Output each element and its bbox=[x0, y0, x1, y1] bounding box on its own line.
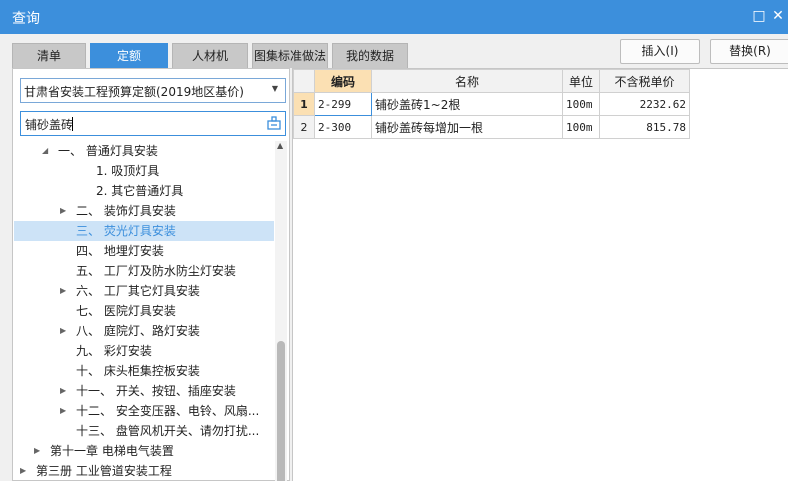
tree-item-label: 十三、 盘管风机开关、请勿打扰... bbox=[76, 424, 260, 438]
tree-item-label: 十、 床头柜集控板安装 bbox=[76, 364, 200, 378]
cell-price[interactable]: 2232.62 bbox=[599, 92, 690, 116]
tree-item-label: 七、 医院灯具安装 bbox=[76, 304, 176, 318]
close-icon[interactable]: ✕ bbox=[770, 8, 786, 24]
tree-item-label: 十二、 安全变压器、电铃、风扇... bbox=[76, 404, 260, 418]
title-bar: 查询 □ ✕ bbox=[0, 0, 788, 34]
cell-name[interactable]: 铺砂盖砖每增加一根 bbox=[371, 115, 563, 139]
tree-item[interactable]: ▶ 十二、 安全变压器、电铃、风扇... bbox=[14, 401, 274, 421]
tree-item[interactable]: ▶ 二、 装饰灯具安装 bbox=[14, 201, 274, 221]
tree-item[interactable]: 2. 其它普通灯具 bbox=[14, 181, 274, 201]
tree-item-label: 第三册 工业管道安装工程 bbox=[36, 464, 172, 478]
left-panel: 甘肃省安装工程预算定额(2019地区基价) ▼ 铺砂盖砖 ◢ 一、 普通灯具安装 1… bbox=[12, 68, 290, 481]
tree-item-label: 一、 普通灯具安装 bbox=[58, 144, 158, 158]
right-panel: 编码 名称 单位 不含税单价 1 2-299 铺砂盖砖1~2根 100m 223… bbox=[292, 68, 788, 481]
tree-item-label: 六、 工厂其它灯具安装 bbox=[76, 284, 200, 298]
tree-item-label: 三、 荧光灯具安装 bbox=[76, 224, 176, 238]
tree-item[interactable]: 七、 医院灯具安装 bbox=[14, 301, 274, 321]
expand-arrow-icon[interactable]: ▶ bbox=[60, 281, 70, 301]
tree-item[interactable]: 十、 床头柜集控板安装 bbox=[14, 361, 274, 381]
tab-rencaiji[interactable]: 人材机 bbox=[172, 43, 248, 68]
chapter-tree: ◢ 一、 普通灯具安装 1. 吸顶灯具 2. 其它普通灯具 ▶ 二、 装饰灯具安装 三、 荧… bbox=[14, 141, 274, 481]
tree-item-label: 二、 装饰灯具安装 bbox=[76, 204, 176, 218]
tree-item-label: 十一、 开关、按钮、插座安装 bbox=[76, 384, 236, 398]
expand-arrow-icon[interactable]: ▶ bbox=[60, 401, 70, 421]
expand-arrow-icon[interactable]: ▶ bbox=[20, 461, 30, 481]
column-header-name[interactable]: 名称 bbox=[371, 69, 563, 93]
search-input-value: 铺砂盖砖 bbox=[25, 118, 74, 132]
text-cursor bbox=[72, 117, 73, 131]
tree-item[interactable]: ▶ 第十一章 电梯电气装置 bbox=[14, 441, 274, 461]
row-number: 2 bbox=[293, 115, 315, 139]
column-header-price[interactable]: 不含税单价 bbox=[599, 69, 690, 93]
cell-unit[interactable]: 100m bbox=[562, 115, 600, 139]
tab-tuji[interactable]: 图集标准做法 bbox=[252, 43, 328, 68]
chevron-down-icon: ▼ bbox=[271, 84, 278, 93]
collapse-arrow-icon[interactable]: ◢ bbox=[42, 141, 52, 161]
scroll-up-icon[interactable]: ▲ bbox=[277, 141, 283, 150]
table-row[interactable]: 2 2-300 铺砂盖砖每增加一根 100m 815.78 bbox=[293, 115, 690, 139]
tree-item[interactable]: ▶ 八、 庭院灯、路灯安装 bbox=[14, 321, 274, 341]
tree-item[interactable]: 九、 彩灯安装 bbox=[14, 341, 274, 361]
tree-item-label: 八、 庭院灯、路灯安装 bbox=[76, 324, 200, 338]
scrollbar-thumb[interactable] bbox=[277, 341, 285, 481]
cell-code[interactable]: 2-299 bbox=[314, 92, 372, 116]
cell-price[interactable]: 815.78 bbox=[599, 115, 690, 139]
search-input[interactable]: 铺砂盖砖 bbox=[20, 111, 286, 136]
tree-item[interactable]: 1. 吸顶灯具 bbox=[14, 161, 274, 181]
tree-item[interactable]: 四、 地埋灯安装 bbox=[14, 241, 274, 261]
rownum-header bbox=[293, 69, 315, 93]
tab-dinge[interactable]: 定额 bbox=[90, 43, 168, 68]
column-header-code[interactable]: 编码 bbox=[314, 69, 372, 93]
search-library-icon[interactable] bbox=[267, 116, 281, 130]
tree-item-label: 1. 吸顶灯具 bbox=[96, 164, 160, 178]
tree-item-label: 2. 其它普通灯具 bbox=[96, 184, 184, 198]
column-header-unit[interactable]: 单位 bbox=[562, 69, 600, 93]
table-row[interactable]: 1 2-299 铺砂盖砖1~2根 100m 2232.62 bbox=[293, 92, 690, 116]
tree-item[interactable]: 五、 工厂灯及防水防尘灯安装 bbox=[14, 261, 274, 281]
expand-arrow-icon[interactable]: ▶ bbox=[60, 201, 70, 221]
tree-scrollbar[interactable]: ▲ bbox=[275, 141, 287, 481]
tree-item-label: 四、 地埋灯安装 bbox=[76, 244, 164, 258]
expand-arrow-icon[interactable]: ▶ bbox=[60, 321, 70, 341]
tree-item[interactable]: 十三、 盘管风机开关、请勿打扰... bbox=[14, 421, 274, 441]
window-title: 查询 bbox=[12, 11, 40, 27]
tab-mydata[interactable]: 我的数据 bbox=[332, 43, 408, 68]
tree-item[interactable]: ▶ 六、 工厂其它灯具安装 bbox=[14, 281, 274, 301]
tab-qingdan[interactable]: 清单 bbox=[12, 43, 86, 68]
maximize-icon[interactable]: □ bbox=[751, 8, 767, 24]
tree-item-label: 九、 彩灯安装 bbox=[76, 344, 152, 358]
quota-table: 编码 名称 单位 不含税单价 1 2-299 铺砂盖砖1~2根 100m 223… bbox=[293, 69, 690, 139]
tree-item-label: 第十一章 电梯电气装置 bbox=[50, 444, 174, 458]
cell-unit[interactable]: 100m bbox=[562, 92, 600, 116]
library-select[interactable]: 甘肃省安装工程预算定额(2019地区基价) ▼ bbox=[20, 78, 286, 103]
tree-item[interactable]: ▶ 第三册 工业管道安装工程 bbox=[14, 461, 274, 481]
library-select-value: 甘肃省安装工程预算定额(2019地区基价) bbox=[24, 85, 244, 99]
row-number: 1 bbox=[293, 92, 315, 116]
tree-item[interactable]: ◢ 一、 普通灯具安装 bbox=[14, 141, 274, 161]
replace-button[interactable]: 替换(R) bbox=[710, 39, 788, 64]
insert-button[interactable]: 插入(I) bbox=[620, 39, 700, 64]
tree-item-label: 五、 工厂灯及防水防尘灯安装 bbox=[76, 264, 236, 278]
tree-item[interactable]: ▶ 十一、 开关、按钮、插座安装 bbox=[14, 381, 274, 401]
expand-arrow-icon[interactable]: ▶ bbox=[34, 441, 44, 461]
cell-code[interactable]: 2-300 bbox=[314, 115, 372, 139]
tree-item[interactable]: 三、 荧光灯具安装 bbox=[14, 221, 274, 241]
cell-name[interactable]: 铺砂盖砖1~2根 bbox=[371, 92, 563, 116]
expand-arrow-icon[interactable]: ▶ bbox=[60, 381, 70, 401]
